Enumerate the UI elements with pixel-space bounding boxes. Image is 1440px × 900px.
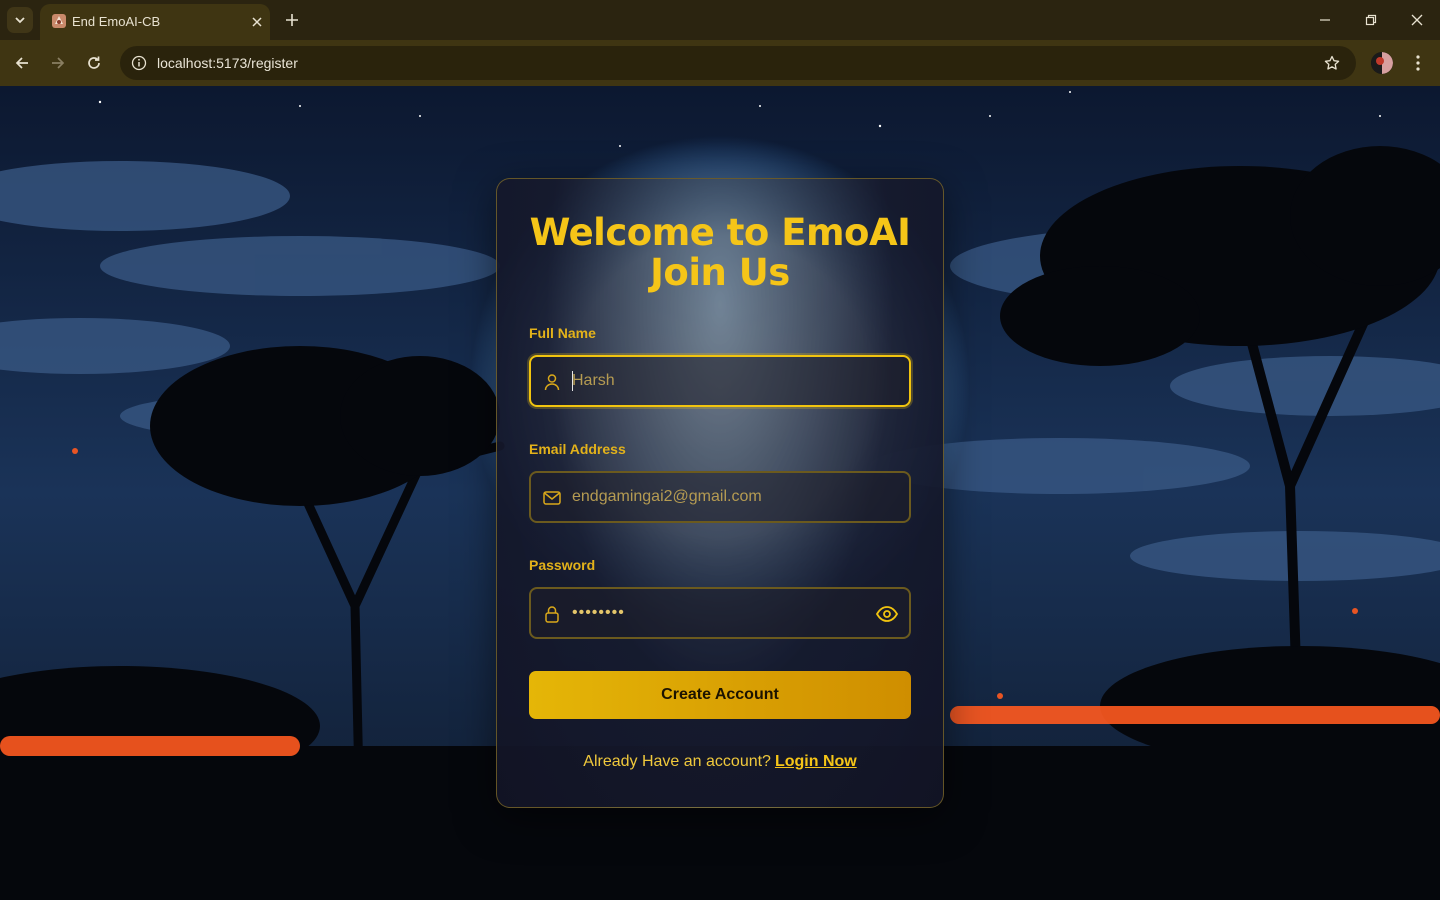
user-icon [544,374,560,391]
browser-menu-button[interactable] [1406,51,1430,75]
eye-icon[interactable] [875,603,899,625]
active-tab[interactable]: End EmoAI-CB [40,4,270,40]
tab-strip: End EmoAI-CB [0,0,1440,40]
site-info-icon [131,55,147,71]
tab-title: End EmoAI-CB [72,14,161,29]
login-prompt: Already Have an account? Login Now [497,753,943,771]
tab-search-button[interactable] [7,7,33,33]
window-close-button[interactable] [1401,6,1433,34]
restore-button[interactable] [1355,6,1387,34]
url-text: localhost:5173/register [157,55,298,71]
site-info-button[interactable] [128,52,150,74]
address-bar[interactable]: localhost:5173/register [120,46,1356,80]
restore-icon [1365,14,1377,26]
register-page: Welcome to EmoAI Join Us Full Name Harsh… [0,86,1440,900]
create-account-button[interactable]: Create Account [529,671,911,719]
chevron-down-icon [15,17,25,24]
minimize-button[interactable] [1309,6,1341,34]
password-label: Password [529,557,596,573]
login-now-link[interactable]: Login Now [775,753,857,770]
bookmark-button[interactable] [1322,53,1342,73]
forward-icon [52,57,65,69]
title-line-2: Join Us [650,251,790,294]
full-name-placeholder: Harsh [572,372,615,389]
mail-icon [543,491,561,505]
lock-icon [545,606,559,623]
full-name-field[interactable]: Harsh [529,355,911,407]
new-tab-button[interactable] [280,8,304,32]
back-button[interactable] [8,49,36,77]
star-icon [1324,55,1340,70]
reload-icon [88,56,100,69]
window-close-icon [1411,14,1423,26]
profile-avatar[interactable] [1371,52,1393,74]
password-field[interactable]: •••••••• [529,587,911,639]
title-line-1: Welcome to EmoAI [529,211,911,254]
email-label: Email Address [529,441,626,457]
minimize-icon [1320,19,1330,21]
password-value: •••••••• [572,604,625,621]
tab-close-button[interactable] [248,13,266,31]
plus-icon [286,14,298,26]
full-name-label: Full Name [529,325,596,341]
favicon-icon [52,14,66,28]
back-icon [15,57,28,69]
close-icon [252,17,262,27]
browser-toolbar: localhost:5173/register [0,40,1440,86]
menu-icon [1416,55,1420,71]
forward-button[interactable] [44,49,72,77]
email-placeholder: endgamingai2@gmail.com [572,488,762,505]
login-prompt-text: Already Have an account? [583,753,771,770]
email-field[interactable]: endgamingai2@gmail.com [529,471,911,523]
reload-button[interactable] [80,49,108,77]
page-title: Welcome to EmoAI Join Us [497,213,943,293]
register-card: Welcome to EmoAI Join Us Full Name Harsh… [496,178,944,808]
